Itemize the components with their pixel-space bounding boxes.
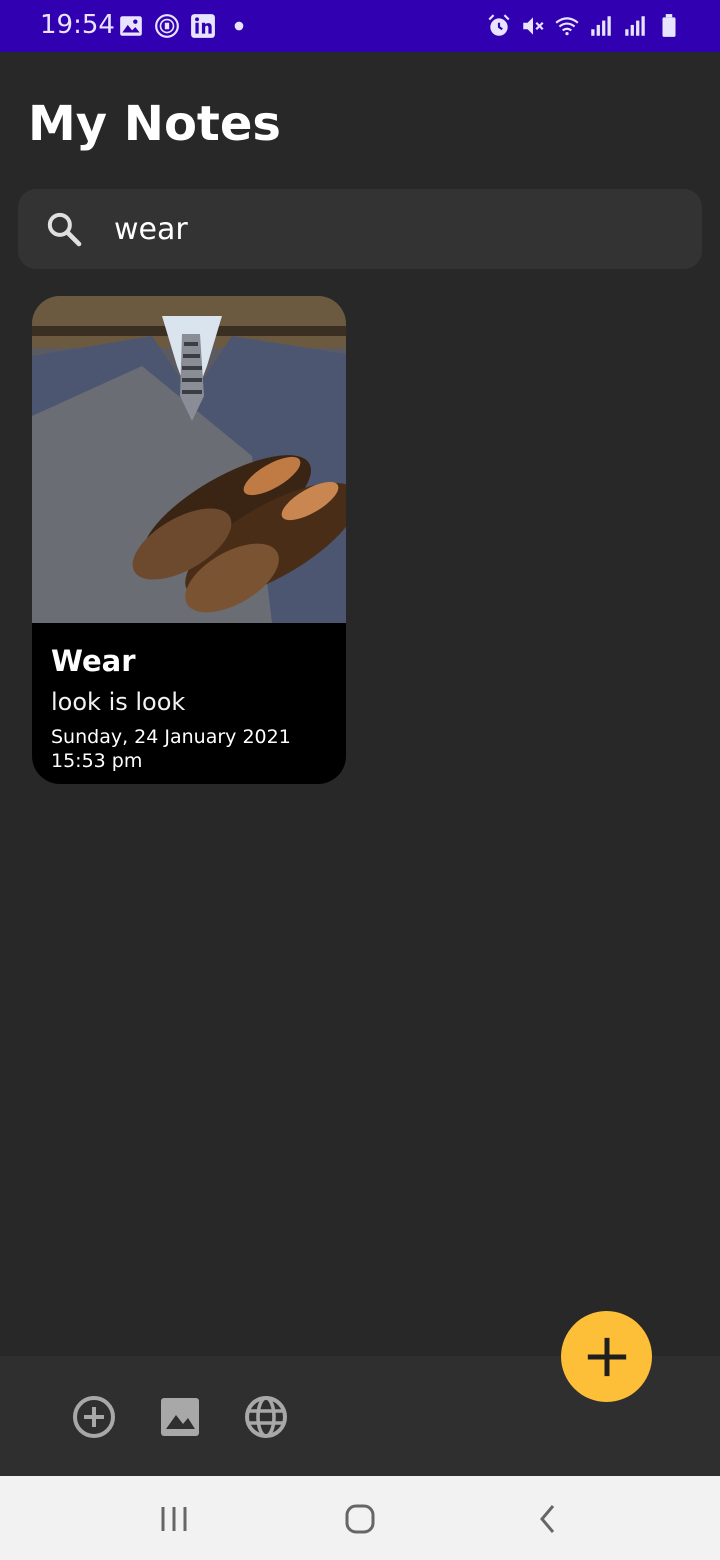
note-image [32,296,346,623]
battery-icon [662,14,676,37]
status-right-icons [486,13,682,39]
search-input[interactable] [114,206,674,252]
signal-icon [591,16,611,36]
add-note-button[interactable] [561,1311,652,1402]
recents-icon[interactable] [156,1502,192,1536]
signal-icon [625,16,645,36]
image-icon[interactable] [156,1393,204,1441]
linkedin-icon [191,14,215,38]
note-card[interactable]: Wear look is look Sunday, 24 January 202… [32,296,346,784]
note-date: Sunday, 24 January 2021 15:53 pm [51,726,291,772]
web-icon[interactable] [242,1393,290,1441]
dot-icon [234,21,244,31]
manchester-united-crest-icon [155,14,179,38]
status-left-icons [118,13,252,39]
status-time: 19:54 [40,10,115,40]
image-icon [120,16,142,36]
note-subtitle: look is look [51,688,186,716]
search-bar[interactable] [18,189,702,269]
page-title: My Notes [28,96,281,152]
home-icon[interactable] [342,1502,378,1536]
add-circle-icon[interactable] [70,1393,118,1441]
system-nav-bar [0,1476,720,1560]
alarm-icon [488,14,510,36]
back-icon[interactable] [530,1502,566,1536]
note-title: Wear [51,644,136,678]
mute-icon [523,17,544,35]
plus-icon [587,1337,626,1376]
wifi-icon [555,17,579,36]
search-icon [47,212,82,247]
status-bar: 19:54 [0,0,720,52]
